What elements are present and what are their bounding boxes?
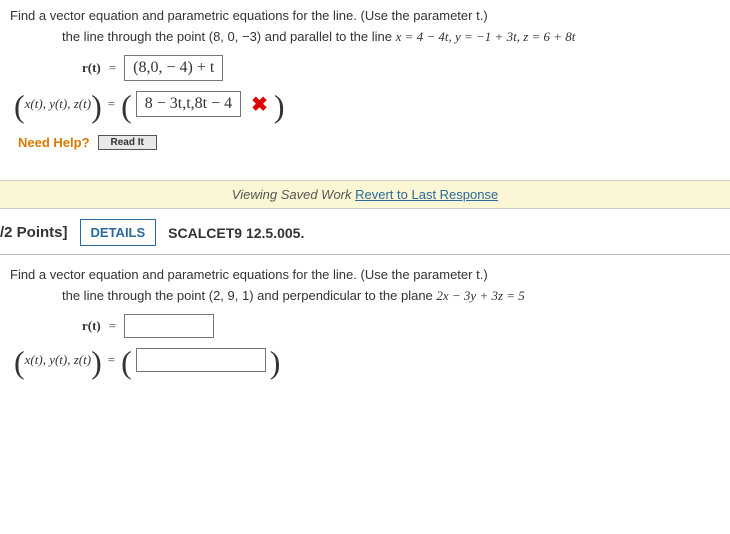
xyz-label: x(t), y(t), z(t) xyxy=(25,352,91,368)
exercise-id: SCALCET9 12.5.005. xyxy=(168,225,304,241)
q1-subtext-prefix: the line through the point xyxy=(62,29,209,44)
saved-work-bar: Viewing Saved Work Revert to Last Respon… xyxy=(0,180,730,209)
question-2-header: /2 Points] DETAILS SCALCET9 12.5.005. xyxy=(0,209,730,255)
read-it-button[interactable]: Read It xyxy=(98,135,157,150)
question-1: Find a vector equation and parametric eq… xyxy=(0,0,730,162)
q1-prompt: Find a vector equation and parametric eq… xyxy=(10,8,720,23)
q1-vector-row: r(t) = (8,0, − 4) + t xyxy=(82,55,720,81)
q2-subtext-mid: and perpendicular to the plane xyxy=(254,288,437,303)
xyz-label: x(t), y(t), z(t) xyxy=(25,96,91,112)
q1-parallel-eqs: x = 4 − 4t, y = −1 + 3t, z = 6 + 8t xyxy=(396,29,576,44)
q1-xyz-answer-input[interactable]: 8 − 3t,t,8t − 4 xyxy=(136,91,241,117)
r-of-t-label: r(t) xyxy=(82,318,101,334)
q2-parametric-row: ( x(t), y(t), z(t) ) = ( ) xyxy=(14,348,720,372)
q1-subtext-mid: and parallel to the line xyxy=(261,29,395,44)
q1-r-answer-input[interactable]: (8,0, − 4) + t xyxy=(124,55,223,81)
q2-vector-row: r(t) = xyxy=(82,314,720,338)
r-of-t-label: r(t) xyxy=(82,60,101,76)
equals-sign: = xyxy=(108,352,115,368)
q2-r-answer-input[interactable] xyxy=(124,314,214,338)
q1-point: (8, 0, −3) xyxy=(209,29,261,44)
q2-prompt: Find a vector equation and parametric eq… xyxy=(10,267,720,282)
viewing-saved-label: Viewing Saved Work xyxy=(232,187,355,202)
equals-sign: = xyxy=(109,318,116,334)
details-button[interactable]: DETAILS xyxy=(80,219,157,246)
question-2: Find a vector equation and parametric eq… xyxy=(0,265,730,394)
equals-sign: = xyxy=(109,60,116,76)
q2-subtext: the line through the point (2, 9, 1) and… xyxy=(62,288,720,304)
q2-point: (2, 9, 1) xyxy=(209,288,254,303)
q1-parametric-row: ( x(t), y(t), z(t) ) = ( 8 − 3t,t,8t − 4… xyxy=(14,91,720,117)
equals-sign: = xyxy=(108,96,115,112)
points-label: /2 Points] xyxy=(0,224,68,241)
q2-xyz-answer-input[interactable] xyxy=(136,348,266,372)
need-help-row: Need Help? Read It xyxy=(18,135,720,150)
q2-plane-eq: 2x − 3y + 3z = 5 xyxy=(436,288,524,303)
revert-link[interactable]: Revert to Last Response xyxy=(355,187,498,202)
q2-subtext-prefix: the line through the point xyxy=(62,288,209,303)
q1-subtext: the line through the point (8, 0, −3) an… xyxy=(62,29,720,45)
incorrect-icon: ✖ xyxy=(251,92,268,117)
need-help-label: Need Help? xyxy=(18,135,90,150)
